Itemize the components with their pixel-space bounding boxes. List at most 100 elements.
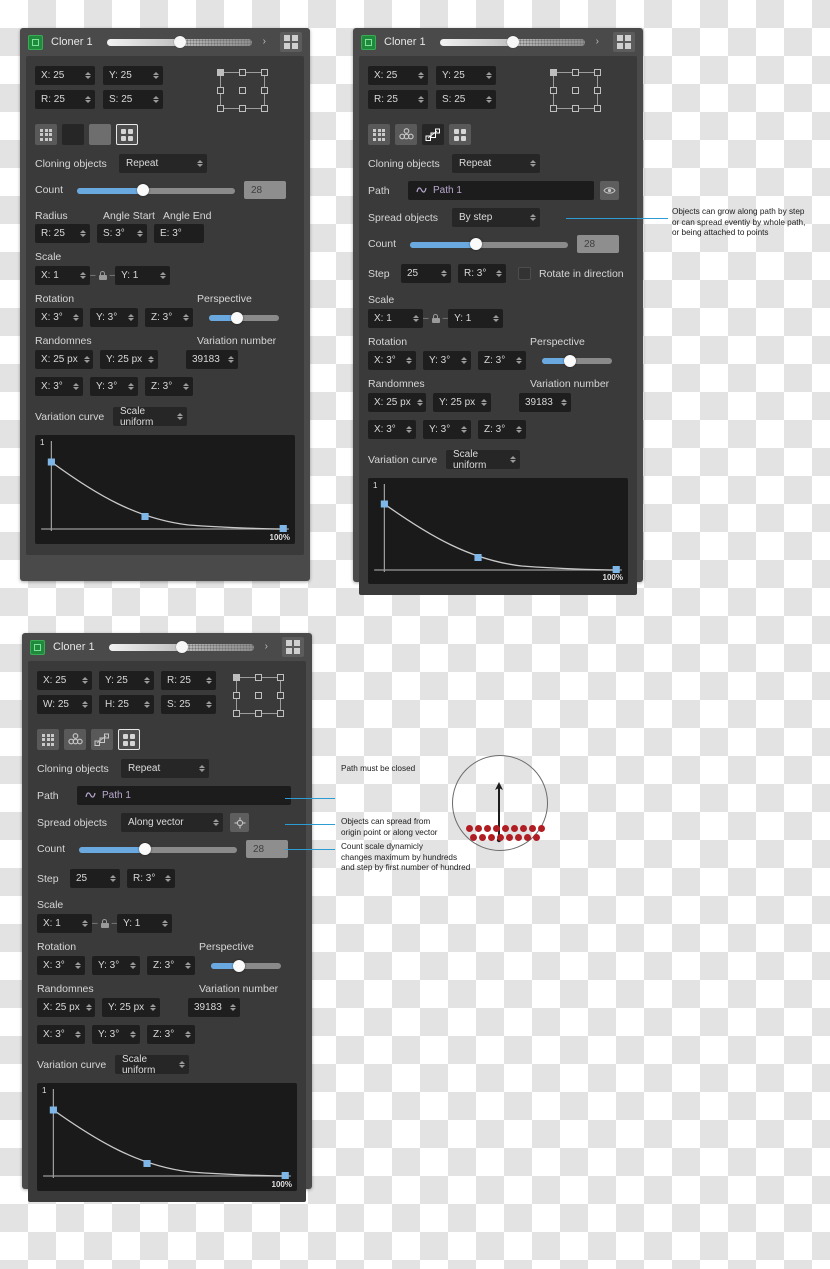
random-rz-field[interactable]: Z: 3° [145,377,193,396]
step-r-field[interactable]: R: 3° [458,264,506,283]
step-field[interactable]: 25 [70,869,120,888]
random-y-field[interactable]: Y: 25 px [100,350,158,369]
count-slider[interactable] [410,238,568,250]
anchor-mid-right[interactable] [594,87,601,94]
scale-x-field[interactable]: X: 1 [35,266,90,285]
slider-knob[interactable] [173,36,186,48]
rotation-x-field[interactable]: X: 3° [368,351,416,370]
angle-end-field[interactable]: E: 3° [154,224,204,243]
field-r[interactable]: R: 25 [161,671,216,690]
stepper[interactable] [153,72,159,79]
spread-objects-select[interactable]: By step [452,208,540,227]
field-r[interactable]: R: 25 [35,90,95,109]
header-opacity-slider[interactable]: › [439,36,599,48]
anchor-top-right[interactable] [261,69,268,76]
rotation-y-field[interactable]: Y: 3° [92,956,140,975]
random-ry-field[interactable]: Y: 3° [423,420,471,439]
path-field[interactable]: Path 1 [77,786,291,805]
slider-knob[interactable] [175,641,188,653]
field-s[interactable]: S: 25 [103,90,163,109]
random-rz-field[interactable]: Z: 3° [147,1025,195,1044]
anchor-mid-left[interactable] [217,87,224,94]
mode-circles-cluster-icon[interactable] [64,729,86,750]
scale-y-field[interactable]: Y: 1 [117,914,173,933]
step-r-field[interactable]: R: 3° [127,869,175,888]
mode-blank-flat-icon[interactable] [89,124,111,145]
anchor-bottom-right[interactable] [261,105,268,112]
variation-number-field[interactable]: 39183 [186,350,238,369]
eye-visibility-icon[interactable] [600,181,619,200]
anchor-bottom-center[interactable] [572,105,579,112]
random-ry-field[interactable]: Y: 3° [90,377,138,396]
anchor-top-center[interactable] [239,69,246,76]
rotation-y-field[interactable]: Y: 3° [90,308,138,327]
rotation-x-field[interactable]: X: 3° [37,956,85,975]
variation-number-field[interactable]: 39183 [188,998,240,1017]
rotation-y-field[interactable]: Y: 3° [423,351,471,370]
random-x-field[interactable]: X: 25 px [35,350,93,369]
anchor-point-widget[interactable] [217,69,273,115]
anchor-bottom-left[interactable] [233,710,240,717]
cloning-objects-select[interactable]: Repeat [121,759,209,778]
field-x[interactable]: X: 25 [368,66,428,85]
mode-grid-4-icon[interactable] [118,729,140,750]
grid-view-icon[interactable] [280,32,302,52]
mode-grid-9-icon[interactable] [35,124,57,145]
cloning-objects-select[interactable]: Repeat [452,154,540,173]
field-x[interactable]: X: 25 [37,671,92,690]
random-rz-field[interactable]: Z: 3° [478,420,526,439]
target-crosshair-icon[interactable] [230,813,249,832]
mode-grid-9-icon[interactable] [368,124,390,145]
field-y[interactable]: Y: 25 [436,66,496,85]
step-field[interactable]: 25 [401,264,451,283]
lock-icon[interactable] [100,919,109,928]
cloning-objects-select[interactable]: Repeat [119,154,207,173]
rotation-z-field[interactable]: Z: 3° [145,308,193,327]
variation-curve-select[interactable]: Scale uniform [113,406,187,428]
field-r[interactable]: R: 25 [368,90,428,109]
count-value[interactable]: 28 [246,840,288,858]
scale-x-field[interactable]: X: 1 [37,914,92,933]
anchor-center[interactable] [239,87,246,94]
variation-curve-graph[interactable]: 1 100% [37,1083,297,1191]
anchor-mid-left[interactable] [550,87,557,94]
variation-number-field[interactable]: 39183 [519,393,571,412]
count-slider[interactable] [79,843,237,855]
anchor-center[interactable] [572,87,579,94]
count-value[interactable]: 28 [244,181,286,199]
anchor-top-left[interactable] [550,69,557,76]
mode-blank-dark-icon[interactable] [62,124,84,145]
anchor-point-widget[interactable] [550,69,606,115]
random-rx-field[interactable]: X: 3° [35,377,83,396]
field-s[interactable]: S: 25 [436,90,496,109]
anchor-top-left[interactable] [217,69,224,76]
anchor-top-right[interactable] [277,674,284,681]
angle-start-field[interactable]: S: 3° [97,224,147,243]
random-x-field[interactable]: X: 25 px [368,393,426,412]
rotation-z-field[interactable]: Z: 3° [478,351,526,370]
field-s[interactable]: S: 25 [161,695,216,714]
grid-view-icon[interactable] [613,32,635,52]
field-h[interactable]: H: 25 [99,695,154,714]
rotate-in-direction-checkbox[interactable] [518,267,531,280]
anchor-top-right[interactable] [594,69,601,76]
field-y[interactable]: Y: 25 [99,671,154,690]
path-field[interactable]: Path 1 [408,181,594,200]
anchor-top-center[interactable] [255,674,262,681]
lock-icon[interactable] [431,314,440,323]
anchor-mid-right[interactable] [261,87,268,94]
anchor-bottom-center[interactable] [255,710,262,717]
count-value[interactable]: 28 [577,235,619,253]
random-rx-field[interactable]: X: 3° [37,1025,85,1044]
rotation-z-field[interactable]: Z: 3° [147,956,195,975]
field-w[interactable]: W: 25 [37,695,92,714]
random-y-field[interactable]: Y: 25 px [102,998,160,1017]
anchor-bottom-center[interactable] [239,105,246,112]
mode-circles-cluster-icon[interactable] [395,124,417,145]
anchor-center[interactable] [255,692,262,699]
perspective-slider[interactable] [542,354,612,367]
lock-icon[interactable] [98,271,107,280]
rotation-x-field[interactable]: X: 3° [35,308,83,327]
anchor-mid-left[interactable] [233,692,240,699]
scale-y-field[interactable]: Y: 1 [448,309,504,328]
